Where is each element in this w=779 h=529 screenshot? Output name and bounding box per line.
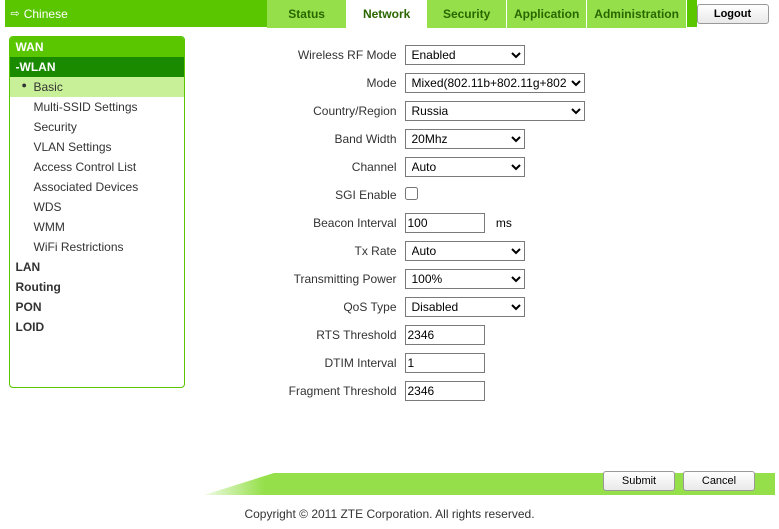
tab-application[interactable]: Application xyxy=(507,0,587,28)
sidebar-item-wan[interactable]: WAN xyxy=(10,37,184,57)
select-txpower[interactable]: 100% xyxy=(405,269,525,289)
select-channel[interactable]: Auto xyxy=(405,157,525,177)
select-qos[interactable]: Disabled xyxy=(405,297,525,317)
sidebar-item-loid[interactable]: LOID xyxy=(10,317,184,337)
sidebar: WAN -WLAN Basic Multi-SSID Settings Secu… xyxy=(9,36,185,388)
main-panel: Wireless RF Mode Enabled Mode Mixed(802.… xyxy=(185,28,775,408)
logout-button[interactable]: Logout xyxy=(697,4,769,24)
sidebar-sub-basic[interactable]: Basic xyxy=(10,77,184,97)
select-country[interactable]: Russia xyxy=(405,101,585,121)
cancel-button[interactable]: Cancel xyxy=(683,471,755,491)
tab-security[interactable]: Security xyxy=(427,0,507,28)
language-label: Chinese xyxy=(24,7,68,21)
input-beacon[interactable] xyxy=(405,213,485,233)
sidebar-sub-wds[interactable]: WDS xyxy=(10,197,184,217)
sidebar-sub-multi-ssid[interactable]: Multi-SSID Settings xyxy=(10,97,184,117)
label-country: Country/Region xyxy=(185,104,405,118)
select-mode[interactable]: Mixed(802.11b+802.11g+802.11 xyxy=(405,73,585,93)
top-bar: ⇨ Chinese Status Network Security Applic… xyxy=(5,0,775,28)
unit-ms: ms xyxy=(496,216,512,230)
sidebar-sub-security[interactable]: Security xyxy=(10,117,184,137)
footer-bar: Submit Cancel xyxy=(4,467,775,495)
label-txpower: Transmitting Power xyxy=(185,272,405,286)
sidebar-item-lan[interactable]: LAN xyxy=(10,257,184,277)
label-channel: Channel xyxy=(185,160,405,174)
input-frag[interactable] xyxy=(405,381,485,401)
input-rts[interactable] xyxy=(405,325,485,345)
label-txrate: Tx Rate xyxy=(185,244,405,258)
sidebar-item-wlan[interactable]: -WLAN xyxy=(10,57,184,77)
label-rts: RTS Threshold xyxy=(185,328,405,342)
sidebar-sub-associated[interactable]: Associated Devices xyxy=(10,177,184,197)
label-bandwidth: Band Width xyxy=(185,132,405,146)
label-frag: Fragment Threshold xyxy=(185,384,405,398)
select-rf-mode[interactable]: Enabled xyxy=(405,45,525,65)
label-dtim: DTIM Interval xyxy=(185,356,405,370)
sidebar-item-pon[interactable]: PON xyxy=(10,297,184,317)
tab-administration[interactable]: Administration xyxy=(587,0,687,28)
sidebar-sub-wmm[interactable]: WMM xyxy=(10,217,184,237)
logout-area: Logout xyxy=(697,0,775,28)
input-dtim[interactable] xyxy=(405,353,485,373)
language-switch[interactable]: ⇨ Chinese xyxy=(5,7,68,21)
main-tabs: Status Network Security Application Admi… xyxy=(267,0,687,28)
sidebar-sub-wifi-restrictions[interactable]: WiFi Restrictions xyxy=(10,237,184,257)
label-sgi: SGI Enable xyxy=(185,188,405,202)
tab-status[interactable]: Status xyxy=(267,0,347,28)
label-mode: Mode xyxy=(185,76,405,90)
copyright: Copyright © 2011 ZTE Corporation. All ri… xyxy=(0,507,779,521)
sidebar-item-routing[interactable]: Routing xyxy=(10,277,184,297)
select-bandwidth[interactable]: 20Mhz xyxy=(405,129,525,149)
sidebar-sub-acl[interactable]: Access Control List xyxy=(10,157,184,177)
checkbox-sgi[interactable] xyxy=(405,187,418,200)
arrow-right-icon: ⇨ xyxy=(11,7,20,20)
label-qos: QoS Type xyxy=(185,300,405,314)
label-rf-mode: Wireless RF Mode xyxy=(185,48,405,62)
submit-button[interactable]: Submit xyxy=(603,471,675,491)
label-beacon: Beacon Interval xyxy=(185,216,405,230)
select-txrate[interactable]: Auto xyxy=(405,241,525,261)
sidebar-sub-vlan[interactable]: VLAN Settings xyxy=(10,137,184,157)
tab-network[interactable]: Network xyxy=(347,0,427,28)
